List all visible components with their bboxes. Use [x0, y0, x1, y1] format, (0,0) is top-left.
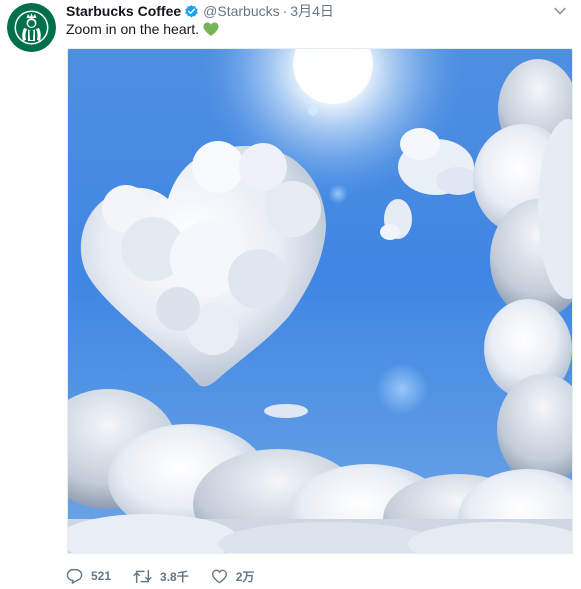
reply-button[interactable]: 521: [66, 568, 111, 584]
verified-badge-icon: [184, 4, 199, 19]
tweet-actions: 521 3.8千 2万: [66, 567, 276, 585]
chevron-down-icon[interactable]: [553, 4, 567, 16]
separator-dot: ·: [282, 3, 288, 19]
starbucks-logo: [7, 3, 56, 52]
avatar[interactable]: [7, 3, 56, 52]
author-handle[interactable]: @Starbucks: [203, 3, 279, 19]
tweet-text: Zoom in on the heart.: [66, 20, 219, 38]
reply-count: 521: [91, 569, 112, 583]
tweet-date[interactable]: 3月4日: [290, 1, 334, 21]
tweet-header: Starbucks Coffee @Starbucks · 3月4日: [66, 2, 334, 20]
like-icon: [211, 569, 227, 583]
heart-cloud-photo: [68, 49, 572, 553]
retweet-icon: [133, 569, 152, 583]
like-count: 2万: [235, 569, 255, 584]
tweet-text-content: Zoom in on the heart.: [66, 21, 200, 37]
retweet-count: 3.8千: [160, 569, 189, 584]
like-button[interactable]: 2万: [211, 568, 255, 585]
retweet-button[interactable]: 3.8千: [133, 568, 189, 585]
reply-icon: [66, 568, 83, 584]
tweet: Starbucks Coffee @Starbucks · 3月4日 Zoom …: [0, 0, 581, 589]
author-name[interactable]: Starbucks Coffee: [66, 3, 181, 19]
tweet-media-image[interactable]: [67, 48, 573, 554]
green-heart-icon: [203, 22, 219, 37]
